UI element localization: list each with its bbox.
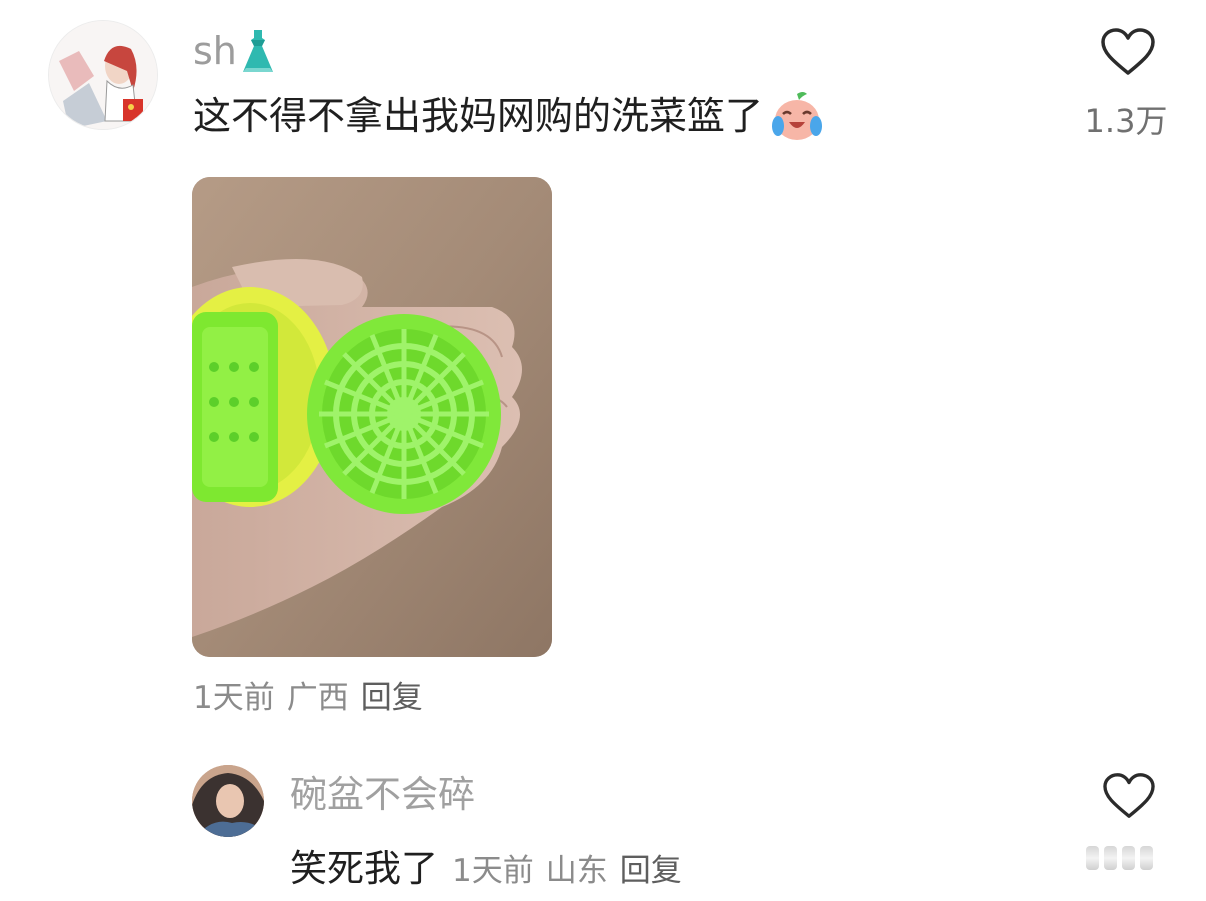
reply-location: 山东 — [545, 853, 608, 889]
reply-button[interactable]: 回复 — [361, 677, 423, 719]
count-digit-placeholder — [1086, 846, 1099, 870]
reply-reply-button[interactable]: 回复 — [620, 845, 682, 890]
like-count: 1.3万 — [1084, 102, 1168, 140]
count-digit-placeholder — [1104, 846, 1117, 870]
reply-time: 1天前 — [452, 853, 534, 889]
heart-icon[interactable] — [1098, 26, 1158, 78]
dress-icon — [239, 28, 277, 74]
like-button[interactable] — [1098, 26, 1158, 78]
count-digit-placeholder — [1122, 846, 1135, 870]
crying-laughing-emoji-icon — [769, 88, 825, 144]
comment-text: 这不得不拿出我妈网购的洗菜篮了 — [193, 88, 825, 144]
heart-icon[interactable] — [1100, 771, 1158, 821]
comment-location: 广西 — [286, 680, 349, 716]
reply-meta: 1天前 山东 回复 — [452, 845, 682, 890]
reply-like-button[interactable] — [1100, 771, 1158, 821]
commenter-avatar[interactable] — [48, 20, 158, 130]
count-digit-placeholder — [1140, 846, 1153, 870]
commenter-username[interactable]: sh — [193, 28, 277, 74]
reply-content: 笑死我了 1天前 山东 回复 — [290, 838, 682, 892]
reply-like-count-placeholder — [1086, 846, 1153, 870]
comment-meta: 1天前 广西 回复 — [193, 677, 423, 719]
reply-avatar[interactable] — [192, 765, 264, 837]
username-text[interactable]: sh — [193, 29, 237, 73]
comment-time: 1天前 — [193, 680, 275, 716]
reply-username[interactable]: 碗盆不会碎 — [290, 772, 475, 818]
reply-text: 笑死我了 — [290, 847, 438, 890]
comment-body: 这不得不拿出我妈网购的洗菜篮了 — [193, 94, 764, 138]
comment-photo[interactable] — [192, 177, 552, 657]
